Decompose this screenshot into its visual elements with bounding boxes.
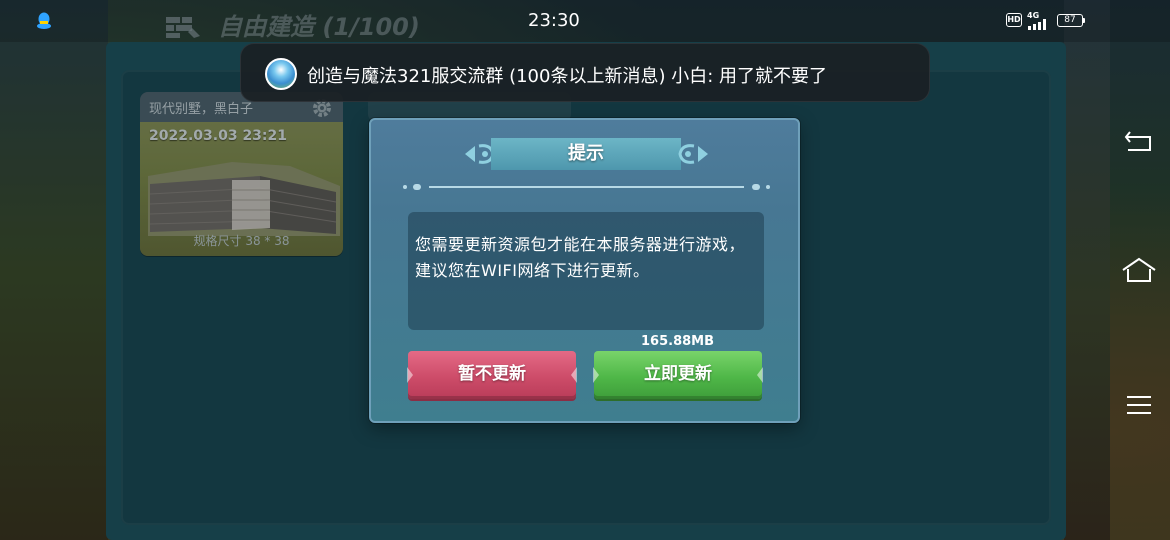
signal-icon [1028, 19, 1046, 30]
notification-text: 创造与魔法321服交流群 (100条以上新消息) 小白: 用了就不要了 [307, 66, 827, 87]
battery-tip [1083, 18, 1085, 23]
download-size: 165.88MB [641, 334, 715, 349]
notch-left-icon [593, 367, 599, 383]
menu-icon[interactable] [1125, 394, 1153, 416]
update-dialog: 提示 您需要更新资源包才能在本服务器进行游戏，建议您在WIFI网络下进行更新。 … [369, 118, 800, 423]
dialog-title: 提示 [568, 143, 604, 164]
back-icon[interactable] [1124, 128, 1154, 154]
cancel-update-button[interactable]: 暂不更新 [407, 351, 577, 399]
hd-icon: HD [1006, 13, 1022, 27]
qq-icon [37, 12, 51, 29]
ornament-right-icon [678, 144, 708, 164]
notch-left-icon [407, 367, 413, 383]
notch-right-icon [757, 367, 763, 383]
home-icon[interactable] [1121, 256, 1157, 284]
notch-right-icon [571, 367, 577, 383]
notification-banner[interactable]: 创造与魔法321服交流群 (100条以上新消息) 小白: 用了就不要了 [240, 43, 930, 102]
dialog-message: 您需要更新资源包才能在本服务器进行游戏，建议您在WIFI网络下进行更新。 [415, 235, 746, 280]
status-time: 23:30 [528, 10, 580, 31]
divider [403, 184, 770, 190]
message-box: 您需要更新资源包才能在本服务器进行游戏，建议您在WIFI网络下进行更新。 [408, 212, 764, 330]
update-now-button[interactable]: 立即更新 [593, 351, 763, 399]
status-bar [0, 0, 1170, 42]
cancel-label: 暂不更新 [458, 364, 526, 384]
dialog-title-band: 提示 [491, 138, 681, 170]
confirm-label: 立即更新 [644, 364, 712, 384]
battery-icon: 87 [1057, 14, 1083, 27]
group-avatar [265, 58, 297, 90]
